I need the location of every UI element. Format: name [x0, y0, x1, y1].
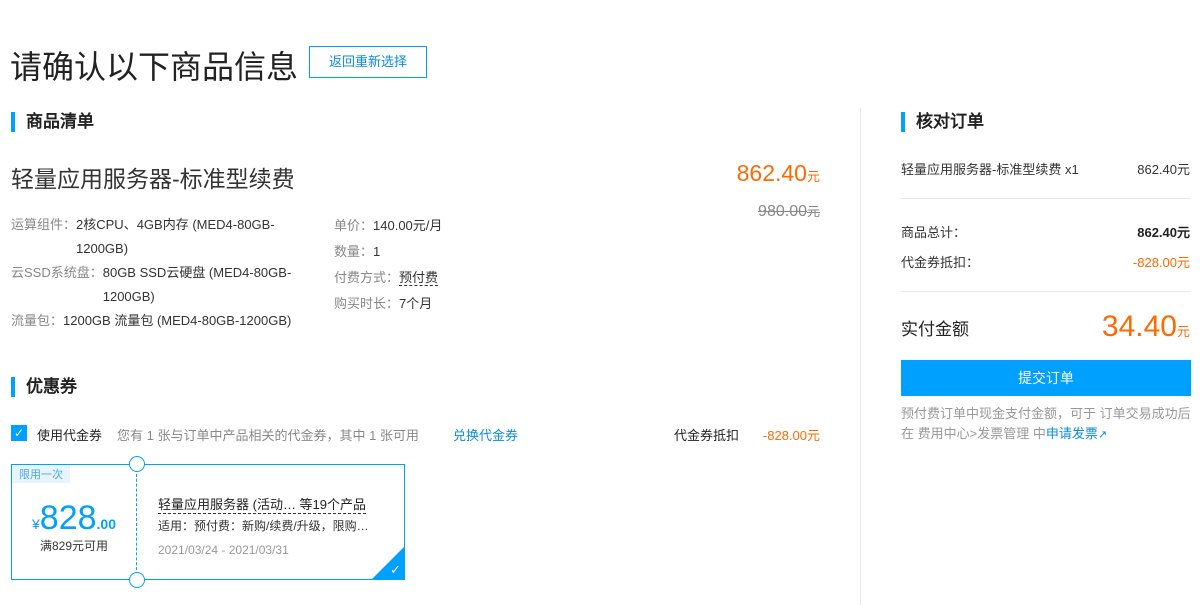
voucher-label: 代金券抵扣：	[901, 255, 980, 270]
order-section-title: 核对订单	[901, 112, 984, 132]
spec-compute: 运算组件： 2核CPU、4GB内存 (MED4-80GB-1200GB)	[11, 213, 321, 261]
coupon-name: 轻量应用服务器 (活动… 等19个产品	[158, 494, 367, 514]
coupon-info: 您有 1 张与订单中产品相关的代金券，其中 1 张可用	[117, 428, 419, 443]
divider	[901, 291, 1191, 292]
use-coupon-label[interactable]: 使用代金券	[37, 425, 102, 444]
external-link-icon: ↗	[1097, 429, 1108, 441]
spec-label: 运算组件：	[11, 217, 77, 232]
detail-payment: 付费方式：预付费	[334, 265, 442, 291]
goods-section-title: 商品清单	[11, 112, 94, 132]
divider	[901, 198, 1191, 199]
voucher-value: -828.00元	[1132, 255, 1190, 270]
detail-label: 数量：	[334, 244, 374, 259]
notch-top	[129, 456, 145, 472]
decimals: .00	[96, 516, 116, 532]
coupon-deduct-value: -828.00元	[762, 428, 820, 443]
spec-label: 云SSD系统盘：	[11, 265, 103, 280]
exchange-coupon-link[interactable]: 兑换代金券	[453, 425, 518, 444]
orig-price-unit: 元	[806, 204, 820, 219]
use-coupon-checkbox[interactable]: ✓	[11, 425, 27, 441]
coupon-tag: 限用一次	[12, 465, 70, 483]
detail-label: 付费方式：	[334, 270, 400, 285]
spec-disk: 云SSD系统盘： 80GB SSD云硬盘 (MED4-80GB-1200GB)	[11, 261, 321, 309]
spec-traffic: 流量包： 1200GB 流量包 (MED4-80GB-1200GB)	[11, 309, 321, 333]
detail-duration: 购买时长：7个月	[334, 291, 442, 317]
coupon-divider	[136, 464, 137, 580]
original-price: 980.00元	[758, 201, 820, 221]
invoice-note: 预付费订单中现金支付金额，可于 订单交易成功后 在 费用中心>发票管理 中申请发…	[901, 404, 1193, 445]
detail-label: 单价：	[334, 218, 374, 233]
detail-quantity: 数量：1	[334, 239, 442, 265]
selected-check-icon: ✓	[390, 562, 401, 577]
pay-label: 实付金额	[901, 320, 969, 339]
coupon-section-title: 优惠券	[11, 377, 77, 397]
link-text[interactable]: 申请发票	[1046, 426, 1098, 441]
column-divider	[860, 108, 861, 605]
check-icon: ✓	[13, 426, 25, 440]
detail-value: 140.00元/月	[373, 218, 443, 233]
orig-price-value: 980.00	[758, 203, 807, 220]
coupon-dates: 2021/03/24 - 2021/03/31	[158, 543, 289, 557]
amount: 828	[39, 499, 97, 537]
spec-label: 流量包：	[11, 313, 64, 328]
price-unit: 元	[806, 169, 820, 184]
coupon-deduct-label: 代金券抵扣	[674, 428, 740, 443]
notch-bottom	[129, 572, 145, 588]
coupon-card[interactable]: 限用一次 ¥828.00 满829元可用 轻量应用服务器 (活动… 等19个产品…	[11, 456, 405, 588]
detail-unit-price: 单价：140.00元/月	[334, 213, 442, 239]
detail-label: 购买时长：	[334, 296, 400, 311]
detail-value[interactable]: 预付费	[399, 270, 439, 286]
currency: ¥	[32, 516, 40, 532]
pay-amount: 34.40元	[1102, 310, 1190, 344]
apply-invoice-link[interactable]: 申请发票↗	[1046, 426, 1107, 441]
detail-value: 1	[373, 244, 381, 259]
spec-value: 80GB SSD云硬盘 (MED4-80GB-1200GB)	[102, 265, 292, 304]
coupon-amount: ¥828.00	[12, 499, 136, 538]
total-value: 862.40元	[1137, 225, 1190, 240]
detail-value: 7个月	[399, 296, 433, 311]
coupon-scope: 适用：预付费：新购/续费/升级，限购…	[158, 519, 369, 533]
price-value: 862.40	[736, 160, 807, 186]
coupon-condition: 满829元可用	[39, 539, 109, 553]
product-price: 862.40元	[737, 160, 820, 187]
order-item-price: 862.40元	[1137, 162, 1190, 177]
total-label: 商品总计：	[901, 225, 967, 240]
order-item: 轻量应用服务器-标准型续费 x1	[901, 162, 1079, 177]
page-title: 请确认以下商品信息	[10, 49, 299, 85]
pay-unit: 元	[1176, 324, 1190, 339]
pay-value: 34.40	[1101, 310, 1177, 343]
back-reselect-button[interactable]: 返回重新选择	[309, 46, 427, 78]
submit-order-button[interactable]: 提交订单	[901, 360, 1191, 396]
spec-value: 2核CPU、4GB内存 (MED4-80GB-1200GB)	[76, 217, 275, 256]
product-name: 轻量应用服务器-标准型续费	[11, 166, 295, 192]
spec-value: 1200GB 流量包 (MED4-80GB-1200GB)	[63, 313, 292, 328]
